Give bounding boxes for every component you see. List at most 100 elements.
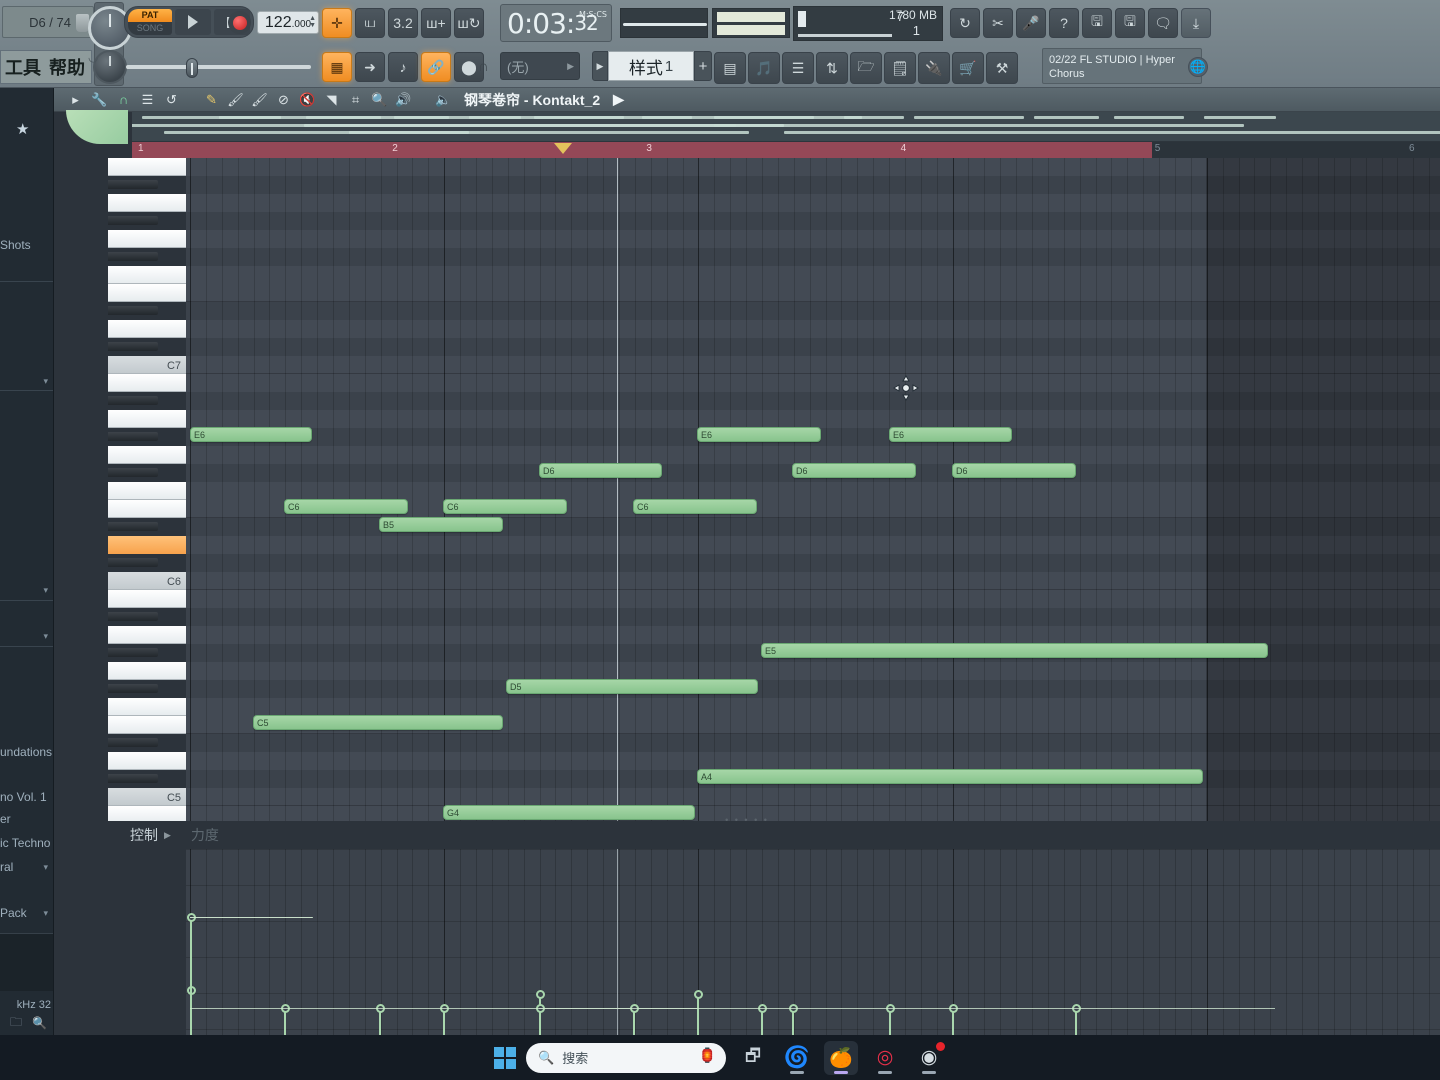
velocity-handle[interactable] [535,990,545,999]
piano-key-ds7[interactable] [108,306,158,315]
piano-key-g6[interactable] [108,446,186,464]
piano-key-as7[interactable] [108,180,158,189]
wrench-icon[interactable]: 🔧 [91,92,107,108]
delete-icon[interactable]: ⊘ [276,92,291,108]
mixer-faders-icon[interactable]: ⇅ [816,52,848,84]
note-c6[interactable]: C6 [443,499,567,514]
help-icon[interactable]: ? [1049,8,1079,38]
piano-key-f6[interactable] [108,482,186,500]
cut-icon[interactable]: ✂ [983,8,1013,38]
browser-icon[interactable]: 🗁 [850,52,882,84]
piano-key-c5[interactable]: C5 [108,788,186,806]
undo-icon[interactable]: ↺ [164,92,179,108]
piano-roll-icon[interactable]: ♪ [388,52,418,82]
taskbar-search[interactable]: 🔍 搜索 🏮 [526,1042,726,1073]
piano-key-b5[interactable] [108,590,186,608]
speaker-icon[interactable]: 🔈 [435,92,451,108]
pattern-prev-button[interactable]: ▶ [592,51,608,81]
chat-icon[interactable]: 🗨 [1148,8,1178,38]
volume-thumb[interactable] [186,58,198,78]
browser-item-er[interactable]: er [0,812,11,826]
note-e6[interactable]: E6 [190,427,312,442]
edge-icon[interactable]: 🌀 [780,1041,814,1075]
note-e6[interactable]: E6 [889,427,1012,442]
refresh-icon[interactable]: ↻ [950,8,980,38]
multilink-icon[interactable]: 3.2 [388,8,418,38]
add-pattern-icon[interactable]: ш+ [421,8,451,38]
note-color-swatch[interactable] [66,110,128,144]
piano-keyboard[interactable]: C7 C6 C5 [108,158,186,821]
record-button[interactable] [228,11,251,34]
piano-key-cs7[interactable] [108,342,158,351]
browser-item-ral[interactable]: ral [0,860,13,874]
chevron-right-icon[interactable]: ▶ [164,830,171,841]
piano-key-a7[interactable] [108,194,186,212]
slip-icon[interactable]: ◥ [324,92,339,108]
controls-label[interactable]: 控制 [130,825,158,845]
tools-icon[interactable]: ⚒ [986,52,1018,84]
note-d6[interactable]: D6 [952,463,1076,478]
step-sequencer-icon[interactable]: ▦ [322,52,352,82]
snap-magnet-icon[interactable]: ✛ [322,8,352,38]
velocity-handle[interactable] [693,990,703,999]
menu-item-tools[interactable]: 工具 [5,54,41,80]
mute-icon[interactable]: 🔇 [299,92,315,108]
piano-key-a5[interactable] [108,626,186,644]
piano-key-as6[interactable] [108,396,158,405]
news-ticker[interactable]: 02/22 FL STUDIO | Hyper Chorus [1042,48,1202,84]
paint-stamp-icon[interactable]: 🖌 [251,92,268,108]
tempo-field[interactable]: 122.000 ▲ ▼ [257,11,319,34]
globe-icon[interactable]: 🌐 [1188,57,1208,77]
browser-item-shots[interactable]: Shots [0,238,31,252]
windows-start-icon[interactable] [494,1046,516,1069]
piano-key-a6[interactable] [108,410,186,428]
browser-item-pack[interactable]: Pack [0,906,27,920]
paint-icon[interactable]: 🖌 [227,92,244,108]
menu-icon[interactable]: ☰ [140,92,155,108]
plugin-icon[interactable]: 🔌 [918,52,950,84]
playhead-marker[interactable] [554,143,572,154]
pattern-add-button[interactable]: + [694,51,712,81]
tempo-spinner-icon[interactable]: ▲ ▼ [309,15,316,29]
piano-key-e6[interactable] [108,500,186,518]
loop-region[interactable] [132,142,1152,158]
piano-key-b7[interactable] [108,158,186,176]
note-c5[interactable]: C5 [253,715,503,730]
piano-key-e7[interactable] [108,284,186,302]
piano-key-cs6[interactable] [108,558,158,567]
chevron-down-icon[interactable]: ▾ [43,631,48,642]
piano-key-d5[interactable] [108,752,186,770]
search-icon[interactable]: 🔍 [32,1016,47,1030]
download-icon[interactable]: ⤓ [1181,8,1211,38]
piano-key-b6[interactable] [108,374,186,392]
note-b5[interactable]: B5 [379,517,503,532]
chevron-down-icon[interactable]: ▾ [43,585,48,596]
piano-key-f5[interactable] [108,698,186,716]
obs-icon[interactable]: ◉ [912,1041,946,1075]
project-icon[interactable]: 🗒 [884,52,916,84]
save-as-icon[interactable]: 🖫 [1115,8,1145,38]
piano-key-d7[interactable] [108,320,186,338]
save-icon[interactable]: 🖫 [1082,8,1112,38]
piano-key-ds6[interactable] [108,522,158,531]
zoom-icon[interactable]: 🔍 [371,92,387,108]
velocity-label[interactable]: 力度 [191,825,219,845]
master-volume-slider[interactable] [126,56,311,78]
piano-key-fs5[interactable] [108,684,158,693]
microphone-icon[interactable]: 🎤 [1016,8,1046,38]
play-button[interactable] [175,9,211,35]
note-e6[interactable]: E6 [697,427,821,442]
time-display[interactable]: 0:03:32 M:S:CS [500,4,612,42]
playback-icon[interactable]: 🔊 [395,92,411,108]
pattern-name-field[interactable]: 样式 1 [608,51,694,81]
chevron-right-icon[interactable]: ▶ [613,91,624,108]
shop-cart-icon[interactable]: 🛒 [952,52,984,84]
piano-key-gs6[interactable] [108,432,158,441]
link-icon[interactable]: 🔗 [421,52,451,82]
browser-item-foundations[interactable]: undations [0,745,52,759]
browser-item-vol1[interactable]: no Vol. 1 [0,790,47,804]
chevron-down-icon[interactable]: ▾ [43,862,48,873]
pattern-song-toggle[interactable]: PAT SONG [128,9,172,35]
note-d5[interactable]: D5 [506,679,758,694]
piano-key-e5[interactable] [108,716,186,734]
